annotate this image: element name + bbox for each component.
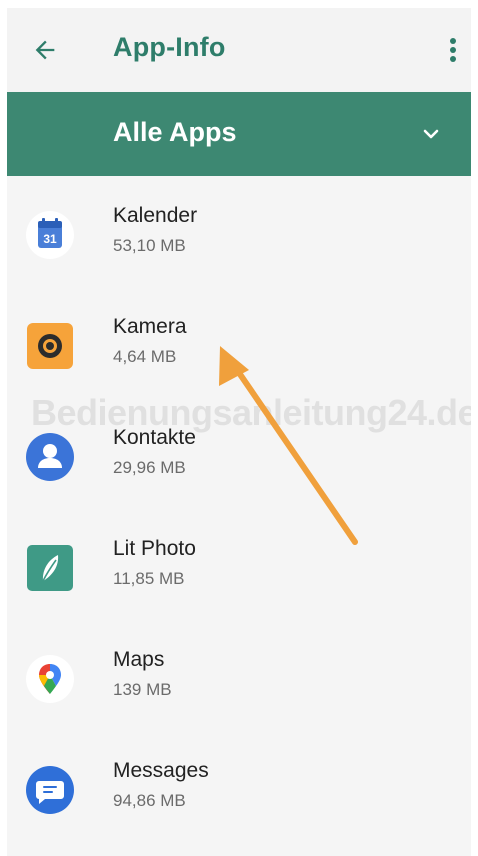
app-list: 31 Kalender 53,10 MB Kamera 4,64 MB Kont… [7,176,471,842]
app-size: 94,86 MB [113,791,186,810]
calendar-icon-text: 31 [43,232,57,246]
phone-screen: App-Info Alle Apps 31 Kalender 53,10 MB … [7,8,471,856]
filter-label: Alle Apps [113,117,237,147]
app-size: 53,10 MB [113,236,186,255]
filter-dropdown[interactable]: Alle Apps [7,92,471,176]
lit-photo-icon [27,545,73,591]
maps-icon [26,655,74,703]
list-item-kontakte[interactable]: Kontakte 29,96 MB [7,398,471,509]
chevron-down-icon [423,129,439,139]
list-item-kalender[interactable]: 31 Kalender 53,10 MB [7,176,471,287]
more-options-button[interactable] [439,34,467,66]
messages-icon [26,766,74,814]
list-item-kamera[interactable]: Kamera 4,64 MB [7,287,471,398]
list-item-messages[interactable]: Messages 94,86 MB [7,731,471,842]
app-size: 11,85 MB [113,569,185,588]
app-name: Lit Photo [113,537,196,560]
list-item-maps[interactable]: Maps 139 MB [7,620,471,731]
list-item-lit-photo[interactable]: Lit Photo 11,85 MB [7,509,471,620]
page-title: App-Info [113,32,226,62]
app-name: Kontakte [113,426,196,449]
camera-icon [27,323,73,369]
more-vert-icon [450,38,456,62]
app-size: 139 MB [113,680,172,699]
app-size: 29,96 MB [113,458,186,477]
app-name: Kamera [113,315,187,338]
back-button[interactable] [29,34,61,66]
app-name: Maps [113,648,165,671]
app-name: Messages [113,759,209,782]
calendar-icon: 31 [26,211,74,259]
contacts-icon [26,433,74,481]
app-name: Kalender [113,204,198,227]
app-size: 4,64 MB [113,347,177,366]
arrow-left-icon [35,40,55,60]
app-bar: App-Info [7,8,471,92]
